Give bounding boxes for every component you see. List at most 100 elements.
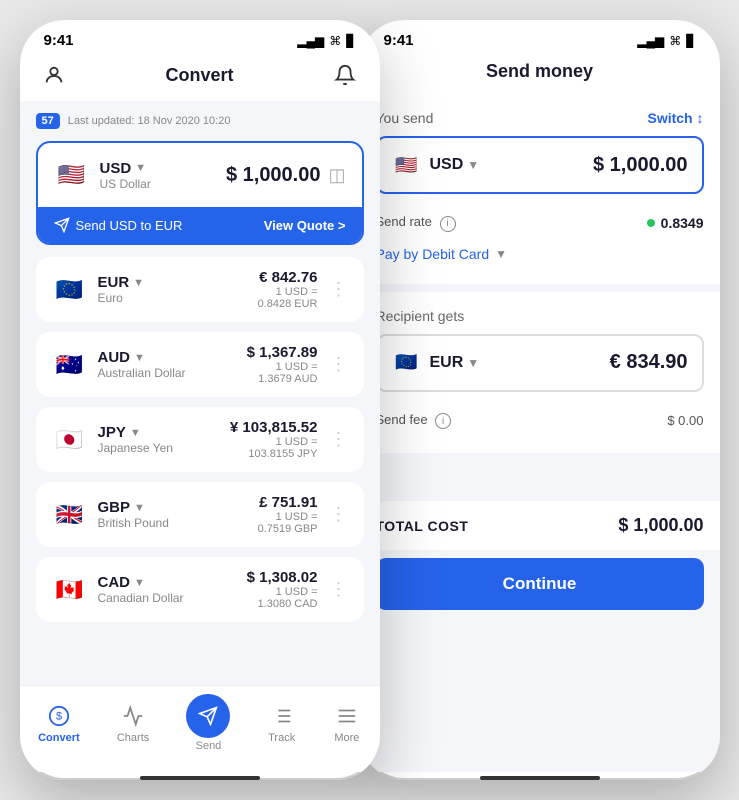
- aud-rate: 1 USD =1.3679 AUD: [247, 361, 318, 385]
- recipient-chevron-icon: ▼: [467, 356, 479, 370]
- send-fee-label: Send fee i: [376, 412, 452, 430]
- cad-amount: $ 1,308.02: [247, 569, 318, 586]
- pay-method-chevron-icon: ▼: [495, 247, 507, 261]
- right-header: Send money: [360, 53, 720, 94]
- eur-amount: € 842.76: [258, 269, 318, 286]
- send-icon: [186, 694, 230, 738]
- aud-amount-block: $ 1,367.89 1 USD =1.3679 AUD: [247, 344, 318, 385]
- aud-right: $ 1,367.89 1 USD =1.3679 AUD ⋮: [247, 344, 348, 385]
- main-currency-name: US Dollar: [100, 177, 151, 191]
- send-flag: 🇺🇸: [392, 150, 422, 180]
- green-dot-icon: [647, 219, 655, 227]
- send-currency-code: USD ▼: [430, 156, 480, 174]
- update-bar: 57 Last updated: 18 Nov 2020 10:20: [36, 113, 364, 129]
- more-icon: [333, 702, 361, 730]
- recipient-currency-selector[interactable]: 🇪🇺 EUR ▼: [392, 348, 480, 378]
- wifi-icon: ⌘: [329, 34, 341, 48]
- gbp-name: British Pound: [98, 516, 169, 530]
- nav-send[interactable]: Send: [186, 694, 230, 752]
- send-label: Send: [196, 740, 222, 752]
- eur-flag: 🇪🇺: [52, 272, 88, 308]
- jpy-rate: 1 USD =103.8155 JPY: [230, 436, 318, 460]
- you-send-section: You send Switch ↕ 🇺🇸 USD ▼ $ 1,000.00: [360, 94, 720, 284]
- send-fee-info-icon[interactable]: i: [435, 413, 451, 429]
- main-currency-code: USD ▼: [100, 160, 151, 177]
- gbp-menu[interactable]: ⋮: [330, 504, 348, 525]
- send-rate-row: Send rate i 0.8349: [376, 206, 704, 240]
- main-currency-info: USD ▼ US Dollar: [100, 160, 151, 191]
- convert-label: Convert: [38, 732, 80, 744]
- jpy-menu[interactable]: ⋮: [330, 429, 348, 450]
- nav-more[interactable]: More: [333, 702, 361, 744]
- left-phone: 9:41 ▂▄▆ ⌘ ▊ Convert: [20, 20, 380, 780]
- track-icon: [268, 702, 296, 730]
- status-time-left: 9:41: [44, 32, 74, 49]
- eur-code: EUR ▼: [98, 274, 145, 291]
- aud-amount: $ 1,367.89: [247, 344, 318, 361]
- bottom-nav-left: $ Convert Charts: [20, 685, 380, 772]
- recipient-currency-code: EUR ▼: [430, 354, 480, 372]
- update-badge: 57: [36, 113, 60, 129]
- send-rate-info-icon[interactable]: i: [440, 216, 456, 232]
- jpy-item[interactable]: 🇯🇵 JPY ▼ Japanese Yen ¥ 103,815.52 1 USD…: [36, 407, 364, 472]
- profile-icon[interactable]: [40, 61, 68, 89]
- status-bar-right: 9:41 ▂▄▆ ⌘ ▊: [360, 20, 720, 53]
- usd-flag: 🇺🇸: [54, 157, 90, 193]
- jpy-name: Japanese Yen: [98, 441, 173, 455]
- aud-left: 🇦🇺 AUD ▼ Australian Dollar: [52, 347, 186, 383]
- left-header: Convert: [20, 53, 380, 101]
- eur-menu[interactable]: ⋮: [330, 279, 348, 300]
- eur-name: Euro: [98, 291, 145, 305]
- you-send-currency-row[interactable]: 🇺🇸 USD ▼ $ 1,000.00: [376, 136, 704, 194]
- view-quote-btn[interactable]: View Quote >: [264, 218, 346, 233]
- status-time-right: 9:41: [384, 32, 414, 49]
- home-indicator-right: [480, 776, 600, 780]
- signal-icon: ▂▄▆: [297, 34, 324, 48]
- gbp-left: 🇬🇧 GBP ▼ British Pound: [52, 497, 169, 533]
- main-card-bottom[interactable]: Send USD to EUR View Quote >: [38, 207, 362, 243]
- gbp-item[interactable]: 🇬🇧 GBP ▼ British Pound £ 751.91 1 USD =0…: [36, 482, 364, 547]
- continue-button[interactable]: Continue: [376, 558, 704, 610]
- gbp-code: GBP ▼: [98, 499, 169, 516]
- recipient-section: Recipient gets 🇪🇺 EUR ▼ € 834.90: [360, 292, 720, 454]
- cad-name: Canadian Dollar: [98, 591, 184, 605]
- status-bar-left: 9:41 ▂▄▆ ⌘ ▊: [20, 20, 380, 53]
- cad-item[interactable]: 🇨🇦 CAD ▼ Canadian Dollar $ 1,308.02 1 US…: [36, 557, 364, 622]
- cad-right: $ 1,308.02 1 USD =1.3080 CAD ⋮: [247, 569, 348, 610]
- send-chevron-icon: ▼: [467, 158, 479, 172]
- cad-rate: 1 USD =1.3080 CAD: [247, 586, 318, 610]
- eur-item[interactable]: 🇪🇺 EUR ▼ Euro € 842.76 1 USD =0.8428 EUR…: [36, 257, 364, 322]
- bell-icon[interactable]: [331, 61, 359, 89]
- send-amount[interactable]: $ 1,000.00: [593, 154, 688, 177]
- send-currency-selector[interactable]: 🇺🇸 USD ▼: [392, 150, 480, 180]
- aud-menu[interactable]: ⋮: [330, 354, 348, 375]
- main-currency-left: 🇺🇸 USD ▼ US Dollar: [54, 157, 151, 193]
- main-currency-card[interactable]: 🇺🇸 USD ▼ US Dollar $ 1,000.00: [36, 141, 364, 245]
- left-content: 57 Last updated: 18 Nov 2020 10:20 🇺🇸 US…: [20, 101, 380, 685]
- jpy-amount-block: ¥ 103,815.52 1 USD =103.8155 JPY: [230, 419, 318, 460]
- nav-track[interactable]: Track: [268, 702, 296, 744]
- switch-button[interactable]: Switch ↕: [647, 110, 703, 126]
- gbp-amount: £ 751.91: [258, 494, 318, 511]
- eur-left: 🇪🇺 EUR ▼ Euro: [52, 272, 145, 308]
- status-icons-right: ▂▄▆ ⌘ ▊: [637, 34, 695, 48]
- recipient-currency-row[interactable]: 🇪🇺 EUR ▼ € 834.90: [376, 334, 704, 392]
- send-fee-row: Send fee i $ 0.00: [376, 404, 704, 438]
- calculator-icon[interactable]: ◫: [328, 165, 345, 186]
- wifi-icon-right: ⌘: [669, 34, 681, 48]
- convert-icon: $: [45, 702, 73, 730]
- aud-name: Australian Dollar: [98, 366, 186, 380]
- more-label: More: [334, 732, 359, 744]
- pay-method-row[interactable]: Pay by Debit Card ▼: [376, 240, 704, 268]
- send-label: Send USD to EUR: [54, 217, 183, 233]
- nav-charts[interactable]: Charts: [117, 702, 149, 744]
- aud-code: AUD ▼: [98, 349, 186, 366]
- charts-icon: [119, 702, 147, 730]
- cad-menu[interactable]: ⋮: [330, 579, 348, 600]
- aud-info: AUD ▼ Australian Dollar: [98, 349, 186, 380]
- gbp-info: GBP ▼ British Pound: [98, 499, 169, 530]
- status-icons-left: ▂▄▆ ⌘ ▊: [297, 34, 355, 48]
- update-text: Last updated: 18 Nov 2020 10:20: [68, 115, 231, 127]
- nav-convert[interactable]: $ Convert: [38, 702, 80, 744]
- aud-item[interactable]: 🇦🇺 AUD ▼ Australian Dollar $ 1,367.89 1 …: [36, 332, 364, 397]
